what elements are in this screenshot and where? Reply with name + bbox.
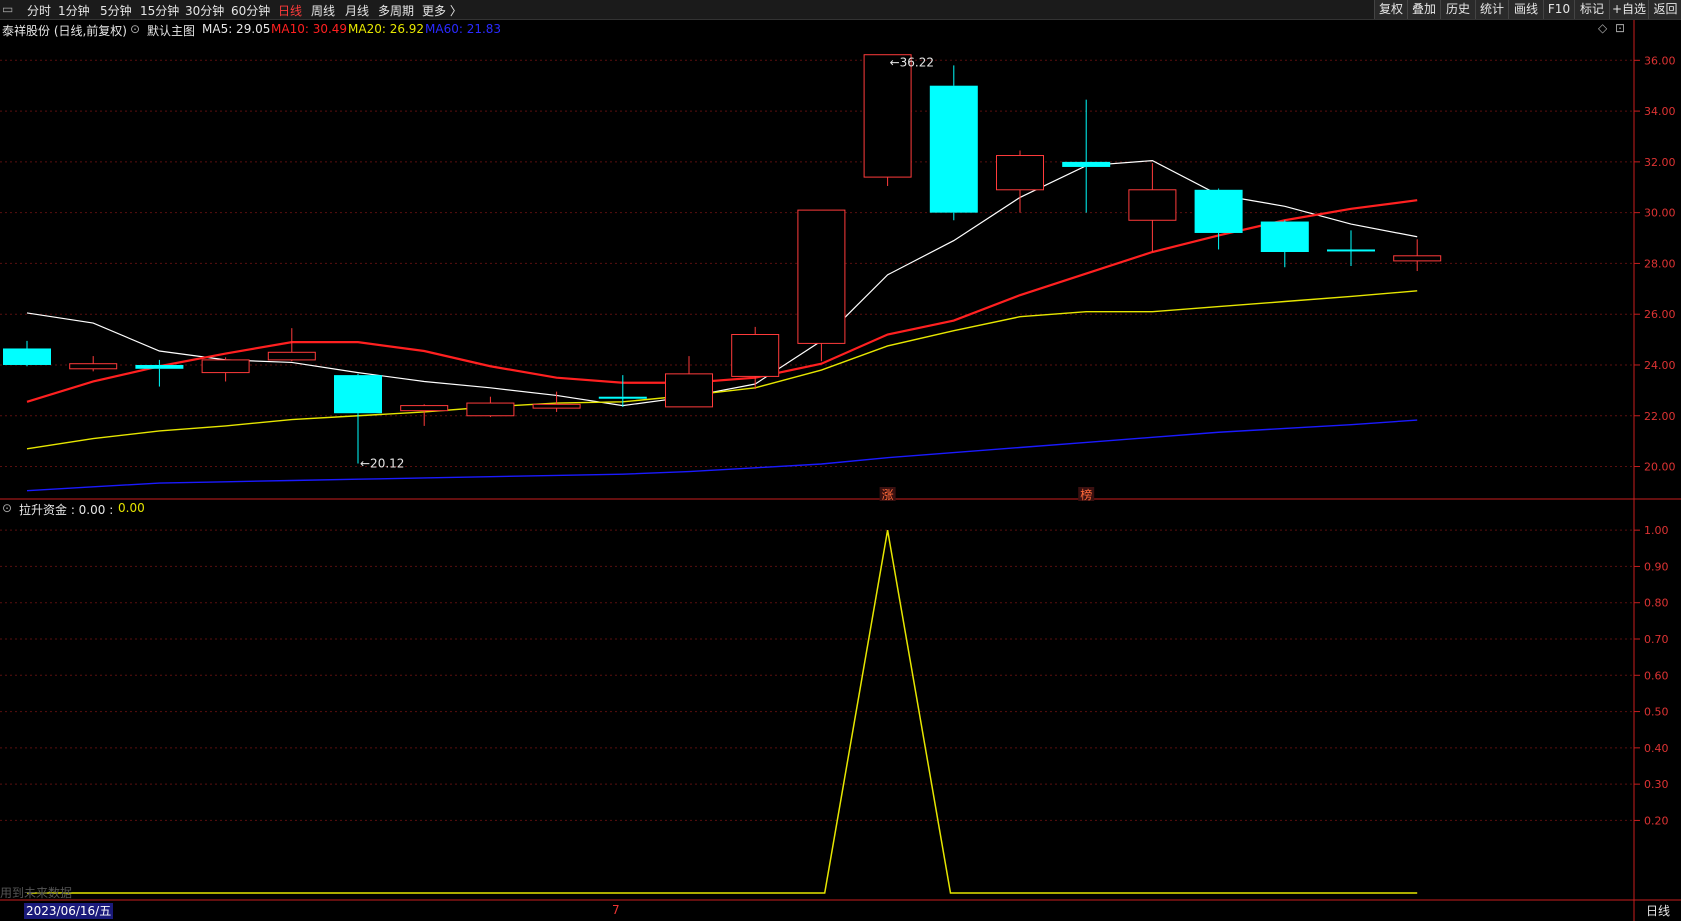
- y-tick-label: 20.00: [1644, 461, 1676, 474]
- marker-label: 涨: [882, 487, 894, 502]
- indicator-tick-label: 0.50: [1644, 706, 1669, 719]
- candle-body: [731, 334, 780, 377]
- candle-body: [466, 402, 515, 417]
- y-tick-label: 36.00: [1644, 54, 1676, 67]
- cursor-date: 2023/06/16/五: [24, 903, 114, 919]
- y-tick-label: 26.00: [1644, 308, 1676, 321]
- candle-body: [1128, 189, 1177, 221]
- candle-body: [201, 359, 250, 374]
- y-tick-label: 34.00: [1644, 105, 1676, 118]
- candle-body: [598, 396, 647, 399]
- candle-body: [69, 363, 118, 370]
- kline-chart[interactable]: 20.00 22.00 24.00 26.00 28.00 30.00 32.00 34.00…: [0, 0, 1681, 921]
- candle-body: [267, 351, 316, 361]
- candle-body: [1393, 255, 1442, 262]
- indicator-tick-label: 0.70: [1644, 633, 1669, 646]
- time-axis-mark: 7: [612, 903, 620, 917]
- indicator-tick-label: 0.90: [1644, 560, 1669, 573]
- y-tick-label: 32.00: [1644, 156, 1676, 169]
- price-annotation: ←20.12: [360, 456, 404, 470]
- candle-body: [135, 364, 184, 369]
- candle-body: [1194, 189, 1243, 233]
- y-tick-label: 30.00: [1644, 207, 1676, 220]
- indicator-tick-label: 0.40: [1644, 742, 1669, 755]
- candle-body: [1062, 161, 1111, 167]
- candle-body: [863, 54, 912, 178]
- cycle-label[interactable]: 日线: [1646, 902, 1670, 919]
- indicator-tick-label: 0.20: [1644, 814, 1669, 827]
- candle-body: [996, 155, 1044, 191]
- price-annotation: ←36.22: [890, 56, 934, 70]
- y-tick-label: 28.00: [1644, 257, 1676, 270]
- indicator-tick-label: 0.30: [1644, 778, 1669, 791]
- candle-body: [532, 403, 581, 409]
- ma60-line: [26, 419, 1418, 492]
- future-data-note: 用到未来数据: [0, 886, 73, 900]
- candle-body: [797, 209, 846, 344]
- candle-body: [929, 85, 978, 213]
- indicator-tick-label: 0.60: [1644, 669, 1669, 682]
- candle-body: [3, 348, 51, 365]
- y-tick-label: 24.00: [1644, 359, 1676, 372]
- candle-body: [334, 375, 382, 414]
- indicator-tick-label: 0.80: [1644, 597, 1669, 610]
- y-tick-label: 22.00: [1644, 410, 1676, 423]
- indicator-tick-label: 1.00: [1644, 524, 1669, 537]
- candle-body: [1327, 249, 1375, 252]
- candle-body: [400, 405, 449, 412]
- candle-body: [1260, 221, 1309, 252]
- candle-body: [665, 373, 713, 408]
- marker-label: 榜: [1080, 487, 1092, 502]
